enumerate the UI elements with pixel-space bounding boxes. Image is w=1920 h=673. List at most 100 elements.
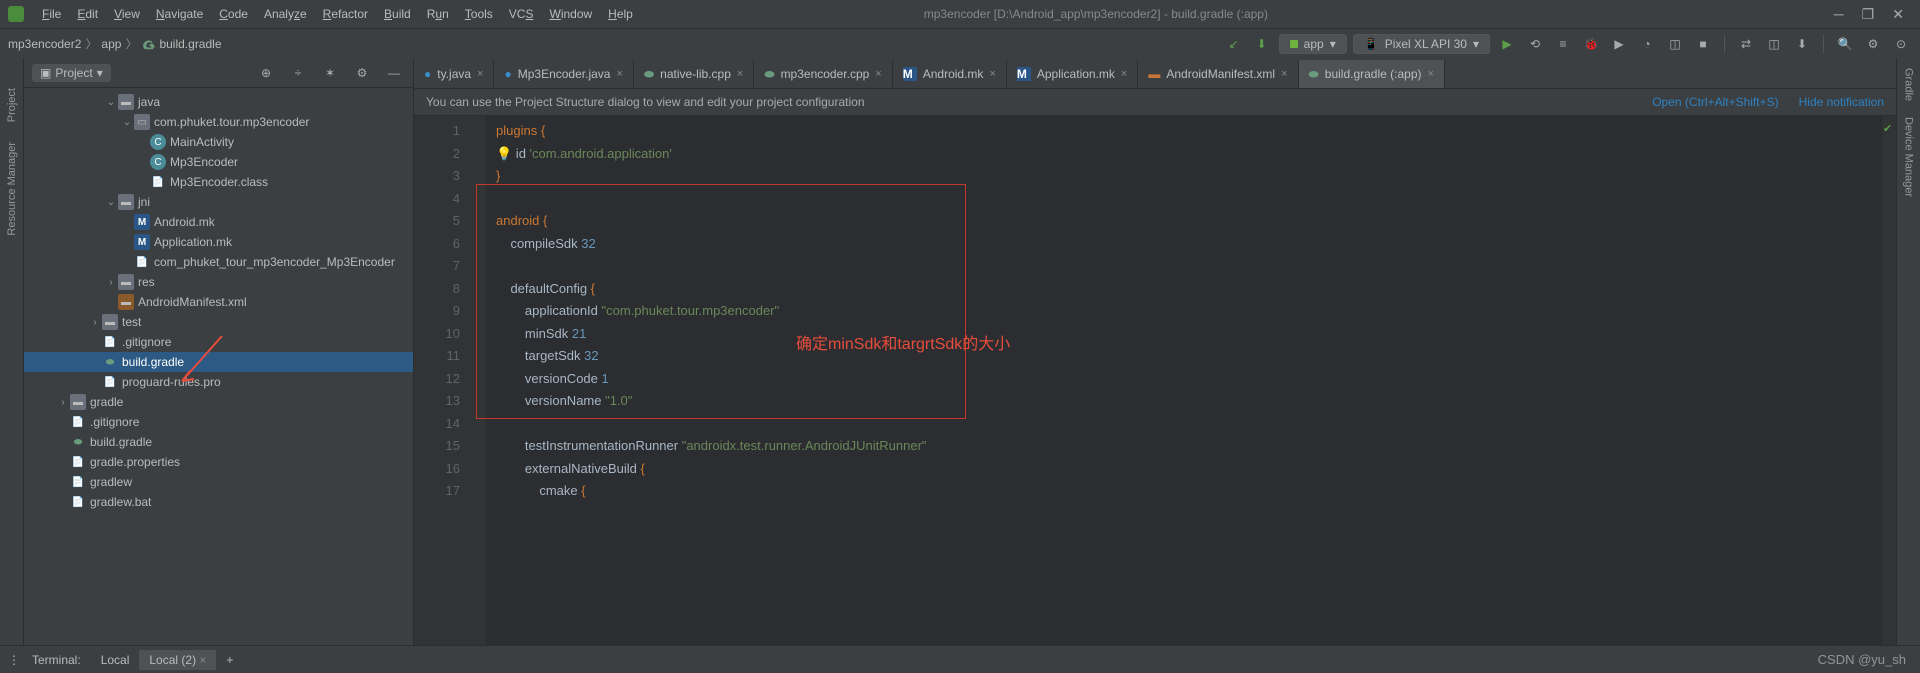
menu-edit[interactable]: Edit bbox=[69, 7, 106, 21]
editor-tab[interactable]: MAndroid.mk× bbox=[893, 60, 1007, 88]
apply-changes-icon[interactable]: ⟲ bbox=[1524, 33, 1546, 55]
tree-item[interactable]: ⌄▭com.phuket.tour.mp3encoder bbox=[24, 112, 413, 132]
close-icon[interactable]: × bbox=[989, 68, 995, 80]
run-button[interactable]: ▶ bbox=[1496, 33, 1518, 55]
code-content[interactable]: plugins { 💡 id 'com.android.application'… bbox=[486, 116, 1882, 645]
maximize-button[interactable]: ❐ bbox=[1862, 6, 1875, 23]
search-icon[interactable]: 🔍 bbox=[1834, 33, 1856, 55]
breadcrumb-root[interactable]: mp3encoder2 bbox=[8, 37, 81, 51]
device-select[interactable]: 📱 Pixel XL API 30 ▾ bbox=[1353, 34, 1490, 54]
tree-item[interactable]: 📄gradle.properties bbox=[24, 452, 413, 472]
close-icon[interactable]: × bbox=[477, 68, 483, 80]
help-icon[interactable]: ⊙ bbox=[1890, 33, 1912, 55]
menu-help[interactable]: Help bbox=[600, 7, 641, 21]
menu-window[interactable]: Window bbox=[541, 7, 600, 21]
expand-arrow[interactable]: ⌄ bbox=[104, 97, 118, 108]
hide-notification-link[interactable]: Hide notification bbox=[1799, 95, 1884, 109]
git-icon[interactable]: ⇄ bbox=[1735, 33, 1757, 55]
menu-view[interactable]: View bbox=[106, 7, 148, 21]
add-terminal-button[interactable]: + bbox=[216, 650, 243, 670]
breadcrumb-mid[interactable]: app bbox=[101, 37, 121, 51]
tree-item[interactable]: ⬬build.gradle bbox=[24, 352, 413, 372]
close-button[interactable]: ✕ bbox=[1892, 6, 1904, 23]
build-icon[interactable]: ⬇ bbox=[1251, 33, 1273, 55]
close-icon[interactable]: × bbox=[875, 68, 881, 80]
debug-icon[interactable]: 🐞 bbox=[1580, 33, 1602, 55]
tree-item[interactable]: ›▬res bbox=[24, 272, 413, 292]
avd-icon[interactable]: ◫ bbox=[1763, 33, 1785, 55]
menu-analyze[interactable]: Analyze bbox=[256, 7, 315, 21]
menu-vcs[interactable]: VCS bbox=[501, 7, 542, 21]
project-view-select[interactable]: ▣ Project ▾ bbox=[32, 64, 111, 82]
editor-tab[interactable]: ⬬build.gradle (:app)× bbox=[1299, 60, 1445, 88]
structure-icon[interactable]: ⋮ bbox=[8, 653, 20, 667]
rail-resource-manager[interactable]: Resource Manager bbox=[6, 142, 18, 236]
tree-item[interactable]: 📄com_phuket_tour_mp3encoder_Mp3Encoder bbox=[24, 252, 413, 272]
expand-arrow[interactable]: › bbox=[104, 277, 118, 288]
editor-tab[interactable]: ▬AndroidManifest.xml× bbox=[1138, 60, 1298, 88]
code-text[interactable]: plugins { 💡 id 'com.android.application'… bbox=[496, 120, 1882, 503]
menu-navigate[interactable]: Navigate bbox=[148, 7, 211, 21]
sdk-icon[interactable]: ⬇ bbox=[1791, 33, 1813, 55]
tree-item[interactable]: ›▬test bbox=[24, 312, 413, 332]
close-icon[interactable]: × bbox=[199, 653, 206, 667]
profiler-icon[interactable]: ◔ bbox=[1636, 33, 1658, 55]
expand-arrow[interactable]: ⌄ bbox=[120, 117, 134, 128]
open-structure-link[interactable]: Open (Ctrl+Alt+Shift+S) bbox=[1652, 95, 1778, 109]
expand-arrow[interactable]: › bbox=[56, 397, 70, 408]
minimize-button[interactable]: ─ bbox=[1834, 6, 1844, 23]
breadcrumb-file[interactable]: build.gradle bbox=[159, 37, 221, 51]
menu-build[interactable]: Build bbox=[376, 7, 419, 21]
rail-project[interactable]: Project bbox=[6, 88, 18, 122]
tree-item[interactable]: 📄proguard-rules.pro bbox=[24, 372, 413, 392]
locate-icon[interactable]: ⊕ bbox=[255, 62, 277, 84]
terminal-tab-local[interactable]: Local bbox=[91, 650, 140, 670]
tree-item[interactable]: ›▬gradle bbox=[24, 392, 413, 412]
editor-tab[interactable]: ⬬mp3encoder.cpp× bbox=[754, 60, 892, 88]
expand-icon[interactable]: ✶ bbox=[319, 62, 341, 84]
hide-icon[interactable]: — bbox=[383, 62, 405, 84]
tree-item[interactable]: MAndroid.mk bbox=[24, 212, 413, 232]
close-icon[interactable]: × bbox=[1121, 68, 1127, 80]
editor-tab[interactable]: MApplication.mk× bbox=[1007, 60, 1138, 88]
tree-item[interactable]: 📄gradlew.bat bbox=[24, 492, 413, 512]
code-editor[interactable]: 1234567891011121314151617 plugins { 💡 id… bbox=[414, 116, 1896, 645]
close-icon[interactable]: × bbox=[1281, 68, 1287, 80]
gear-icon[interactable]: ⚙ bbox=[351, 62, 373, 84]
close-icon[interactable]: × bbox=[1428, 68, 1434, 80]
rail-gradle[interactable]: Gradle bbox=[1903, 68, 1915, 101]
menu-file[interactable]: File bbox=[34, 7, 69, 21]
stop-icon[interactable]: ■ bbox=[1692, 33, 1714, 55]
tree-item[interactable]: 📄gradlew bbox=[24, 472, 413, 492]
rail-device-manager[interactable]: Device Manager bbox=[1903, 117, 1915, 197]
close-icon[interactable]: × bbox=[616, 68, 622, 80]
filter-icon[interactable]: ÷ bbox=[287, 62, 309, 84]
expand-arrow[interactable]: › bbox=[88, 317, 102, 328]
app-inspect-icon[interactable]: ◫ bbox=[1664, 33, 1686, 55]
close-icon[interactable]: × bbox=[737, 68, 743, 80]
editor-tab[interactable]: ●Mp3Encoder.java× bbox=[494, 60, 633, 88]
tree-item[interactable]: ⬬build.gradle bbox=[24, 432, 413, 452]
tree-item[interactable]: 📄.gitignore bbox=[24, 332, 413, 352]
sync-icon[interactable]: ↙ bbox=[1223, 33, 1245, 55]
editor-tab[interactable]: ●ty.java× bbox=[414, 60, 494, 88]
coverage-icon[interactable]: ▶ bbox=[1608, 33, 1630, 55]
debug-run-icon[interactable]: ≡ bbox=[1552, 33, 1574, 55]
editor-tab[interactable]: ⬬native-lib.cpp× bbox=[634, 60, 754, 88]
terminal-tab-local2[interactable]: Local (2) × bbox=[139, 650, 216, 670]
menu-tools[interactable]: Tools bbox=[457, 7, 501, 21]
tree-item[interactable]: 📄.gitignore bbox=[24, 412, 413, 432]
tree-item[interactable]: CMainActivity bbox=[24, 132, 413, 152]
tree-item[interactable]: ⌄▬jni bbox=[24, 192, 413, 212]
menu-refactor[interactable]: Refactor bbox=[315, 7, 376, 21]
run-config-select[interactable]: app ▾ bbox=[1279, 34, 1347, 54]
menu-code[interactable]: Code bbox=[211, 7, 256, 21]
tree-item[interactable]: MApplication.mk bbox=[24, 232, 413, 252]
tree-item[interactable]: ▬AndroidManifest.xml bbox=[24, 292, 413, 312]
tree-item[interactable]: 📄Mp3Encoder.class bbox=[24, 172, 413, 192]
tree-item[interactable]: ⌄▬java bbox=[24, 92, 413, 112]
settings-icon[interactable]: ⚙ bbox=[1862, 33, 1884, 55]
menu-run[interactable]: Run bbox=[419, 7, 457, 21]
tree-item[interactable]: CMp3Encoder bbox=[24, 152, 413, 172]
expand-arrow[interactable]: ⌄ bbox=[104, 197, 118, 208]
